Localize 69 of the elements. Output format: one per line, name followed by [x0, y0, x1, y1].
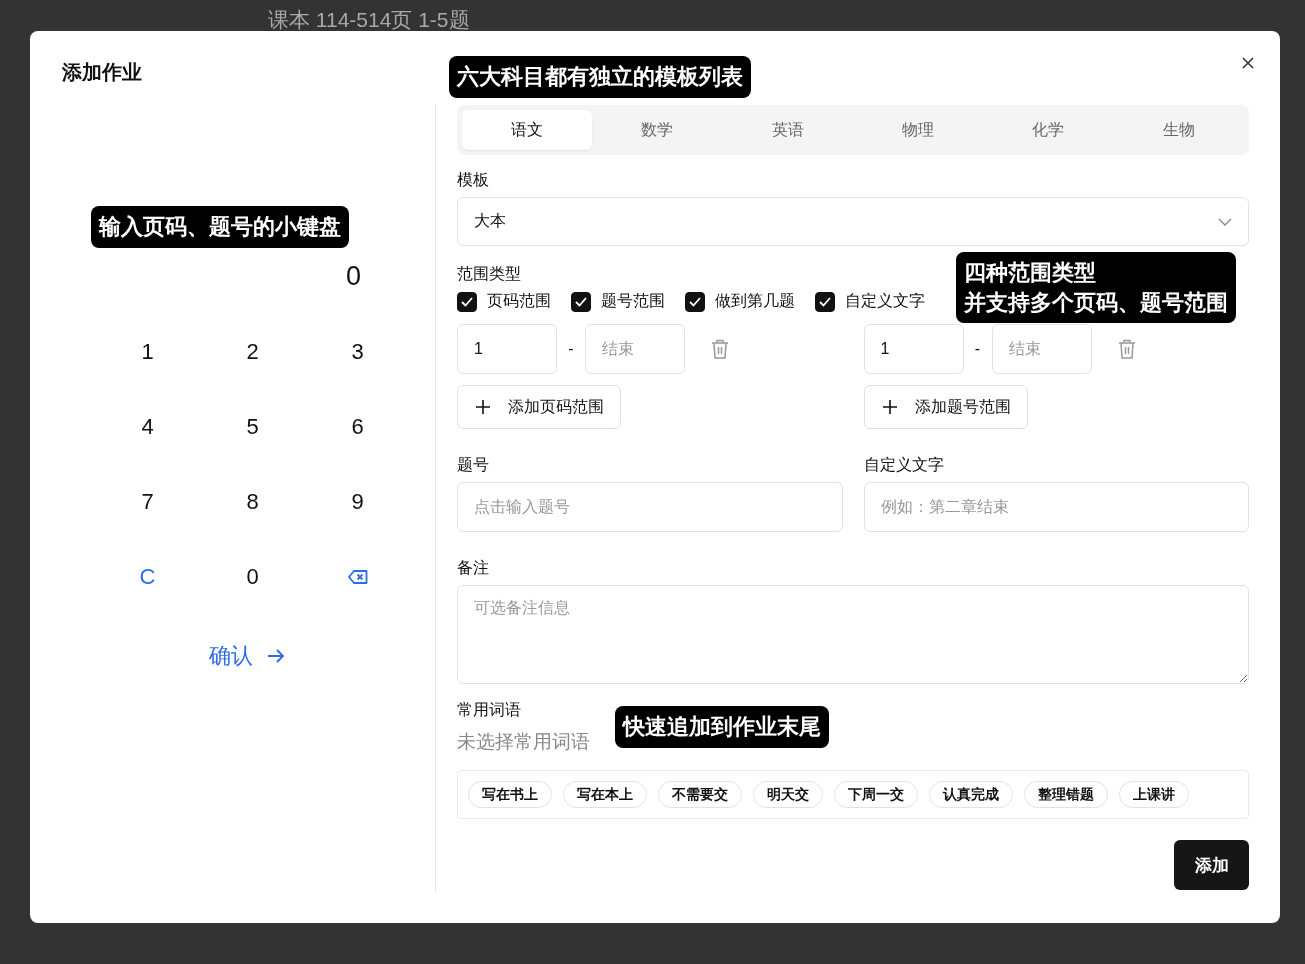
- close-icon: [1240, 55, 1256, 71]
- trash-icon[interactable]: [1117, 339, 1136, 359]
- keypad-display: 0: [345, 261, 361, 292]
- clear-key[interactable]: C: [117, 556, 178, 597]
- annotation-callout: 快速追加到作业末尾: [615, 706, 829, 748]
- trash-icon[interactable]: [711, 339, 729, 359]
- chevron-icon: [1218, 217, 1232, 226]
- keypad-key[interactable]: 5: [222, 406, 283, 447]
- phrase-chip[interactable]: 明天交: [753, 781, 823, 808]
- range-start-field[interactable]: 1: [457, 324, 557, 374]
- keypad-key[interactable]: 8: [222, 481, 283, 522]
- range-end-field[interactable]: 结束: [991, 324, 1092, 374]
- plus-icon: [476, 400, 490, 414]
- field-label: 题号: [457, 455, 489, 475]
- keypad-key[interactable]: 9: [327, 481, 388, 522]
- range-separator: -: [973, 340, 982, 358]
- subject-tab[interactable]: 数学: [592, 110, 723, 150]
- phrase-status: 未选择常用词语: [457, 730, 590, 754]
- checkbox-icon[interactable]: [685, 291, 705, 312]
- keypad-key[interactable]: 3: [327, 331, 388, 372]
- phrase-chip[interactable]: 下周一交: [834, 781, 918, 808]
- checkbox-icon[interactable]: [457, 291, 477, 312]
- keypad-key[interactable]: 0: [222, 556, 283, 597]
- dialog-title: 添加作业: [62, 60, 142, 85]
- subject-tab[interactable]: 物理: [853, 110, 984, 150]
- checkbox-icon[interactable]: [815, 291, 835, 312]
- annotation-callout: 四种范围类型 并支持多个页码、题号范围: [956, 252, 1236, 324]
- custom-text-field[interactable]: 例如：第二章结束: [863, 482, 1249, 532]
- range-end-field[interactable]: 结束: [585, 324, 685, 374]
- keypad-key[interactable]: 2: [222, 331, 283, 372]
- range-type-checkbox[interactable]: 题号范围: [571, 291, 665, 312]
- range-type-checkbox[interactable]: 做到第几题: [685, 291, 795, 312]
- phrase-chip[interactable]: 写在书上: [468, 781, 552, 808]
- template-select[interactable]: 大本: [457, 197, 1249, 246]
- field-label: 备注: [457, 558, 489, 578]
- subject-tab[interactable]: 生物: [1113, 110, 1244, 150]
- field-label: 模板: [457, 170, 489, 190]
- field-label: 常用词语: [457, 700, 521, 720]
- subject-tab[interactable]: 语文: [462, 110, 593, 150]
- range-separator: -: [567, 340, 575, 358]
- range-type-checkbox[interactable]: 自定义文字: [815, 291, 925, 312]
- field-label: 范围类型: [457, 264, 521, 284]
- checkbox-icon[interactable]: [571, 291, 591, 312]
- keypad-key[interactable]: 7: [117, 481, 178, 522]
- range-type-checkbox[interactable]: 页码范围: [457, 291, 551, 312]
- annotation-callout: 六大科目都有独立的模板列表: [449, 56, 751, 98]
- add-range-button[interactable]: 添加页码范围: [457, 385, 621, 429]
- keypad-key[interactable]: 4: [117, 406, 178, 447]
- plus-icon: [882, 400, 897, 414]
- phrase-chip[interactable]: 整理错题: [1024, 781, 1108, 808]
- subject-tab[interactable]: 化学: [983, 110, 1114, 150]
- range-start-field[interactable]: 1: [863, 324, 964, 374]
- phrase-chip[interactable]: 不需要交: [658, 781, 742, 808]
- keypad-key[interactable]: 1: [117, 331, 178, 372]
- keypad-key[interactable]: 6: [327, 406, 388, 447]
- background-text: 课本 114-514页 1-5题: [268, 7, 470, 33]
- subject-tab[interactable]: 英语: [722, 110, 853, 150]
- submit-button[interactable]: 添加: [1174, 840, 1249, 890]
- annotation-callout: 输入页码、题号的小键盘: [91, 206, 349, 248]
- add-range-button[interactable]: 添加题号范围: [863, 385, 1028, 429]
- phrase-chip[interactable]: 上课讲: [1119, 781, 1189, 808]
- phrase-chip[interactable]: 写在本上: [563, 781, 647, 808]
- backspace-icon: [347, 569, 368, 584]
- confirm-button[interactable]: 确认: [209, 637, 285, 675]
- question-number-field[interactable]: 点击输入题号: [457, 482, 843, 532]
- arrow-icon: [267, 648, 285, 664]
- phrase-chip[interactable]: 认真完成: [929, 781, 1013, 808]
- field-label: 自定义文字: [863, 455, 944, 475]
- note-field[interactable]: 可选备注信息: [457, 585, 1249, 684]
